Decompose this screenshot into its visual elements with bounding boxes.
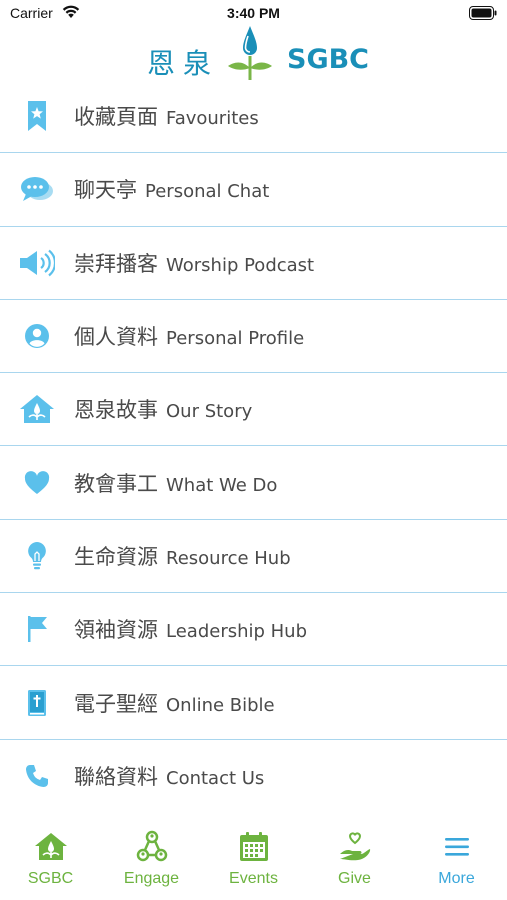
church-house-icon [18,390,56,428]
logo-sprout-icon [228,26,272,80]
tab-label: SGBC [27,870,74,887]
home-church-icon [34,833,67,860]
menu-item-resource-hub[interactable]: 生命資源 Resource Hub [0,520,507,594]
heart-icon [18,464,56,502]
menu-item-label: 個人資料 Personal Profile [74,325,305,350]
lightbulb-icon [18,537,56,575]
menu-item-personal-profile[interactable]: 個人資料 Personal Profile [0,300,507,374]
menu-item-label: 電子聖經 Online Bible [74,691,275,716]
menu-item-what-we-do[interactable]: 教會事工 What We Do [0,446,507,520]
menu-item-label: 崇拜播客 Worship Podcast [74,251,315,276]
tab-give[interactable]: Give [304,830,405,888]
status-time: 3:40 PM [227,5,280,21]
menu-item-online-bible[interactable]: 電子聖經 Online Bible [0,666,507,740]
menu-item-label: 恩泉故事 Our Story [74,398,253,423]
bookmark-star-icon [18,97,56,135]
logo-chinese-text: 恩泉 [147,47,220,80]
tab-label: More [438,870,475,887]
giving-hand-icon [339,832,370,861]
menu-item-label: 聯絡資料 Contact Us [74,765,265,790]
menu-item-label: 聊天亭 Personal Chat [74,178,270,203]
hamburger-menu-icon [444,838,469,856]
menu-item-personal-chat[interactable]: 聊天亭 Personal Chat [0,153,507,227]
tab-label: Engage [123,870,180,887]
tab-more[interactable]: More [406,830,507,888]
tab-label: Give [338,870,371,887]
tab-sgbc[interactable]: SGBC [0,830,101,888]
menu-item-favourites[interactable]: 收藏頁面 Favourites [0,80,507,154]
menu-item-label: 生命資源 Resource Hub [74,544,291,569]
menu-item-label: 教會事工 What We Do [74,471,278,496]
menu-item-leadership-hub[interactable]: 領袖資源 Leadership Hub [0,593,507,667]
bible-icon [18,684,56,722]
people-network-icon [136,830,167,862]
logo-english-text: SGBC [287,44,370,75]
tab-engage[interactable]: Engage [101,830,202,888]
menu-item-our-story[interactable]: 恩泉故事 Our Story [0,373,507,447]
flag-icon [18,610,56,648]
user-circle-icon [18,317,56,355]
tab-label: Events [229,870,278,887]
menu-item-contact-us[interactable]: 聯絡資料 Contact Us [0,740,507,813]
menu-item-label: 領袖資源 Leadership Hub [74,618,308,643]
speaker-icon [18,244,56,282]
calendar-icon [239,832,268,861]
bottom-tab-bar: SGBC Engage Events Give More [0,818,507,900]
menu-item-label: 收藏頁面 Favourites [74,105,259,130]
phone-icon [18,757,56,795]
chat-bubbles-icon [18,170,56,208]
menu-item-worship-podcast[interactable]: 崇拜播客 Worship Podcast [0,227,507,300]
more-menu-list: 收藏頁面 Favourites 聊天亭 Personal Chat 崇拜播客 W… [0,80,507,813]
tab-events[interactable]: Events [203,830,304,888]
battery-icon [469,6,497,20]
